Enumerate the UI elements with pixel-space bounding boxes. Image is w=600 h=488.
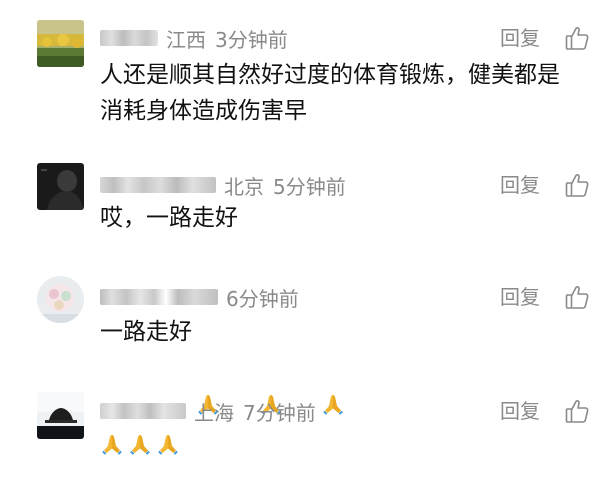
location-label: 上海 bbox=[194, 400, 234, 425]
comment-text: 一路走好 bbox=[100, 314, 580, 415]
comment-item: 上海 7分钟前 回复 bbox=[0, 370, 600, 460]
avatar[interactable] bbox=[37, 392, 84, 439]
time-label: 7分钟前 bbox=[243, 400, 316, 425]
blurred-nickname[interactable] bbox=[100, 177, 216, 193]
comment-text-label: 一路走好 bbox=[100, 319, 192, 345]
comment-item: 江西 3分钟前 回复 人还是顺其自然好过度的体育锻炼，健美都是消耗身体造成伤害早 bbox=[0, 0, 600, 130]
time-label: 5分钟前 bbox=[273, 174, 346, 199]
time-label: 6分钟前 bbox=[226, 286, 299, 311]
comment-meta: 6分钟前 bbox=[100, 283, 299, 311]
location-label: 江西 bbox=[166, 27, 206, 52]
blurred-nickname[interactable] bbox=[100, 403, 186, 419]
reply-button[interactable]: 回复 bbox=[500, 171, 540, 199]
time-label: 3分钟前 bbox=[215, 27, 288, 52]
thumbs-up-icon[interactable] bbox=[565, 398, 589, 424]
reply-button[interactable]: 回复 bbox=[500, 283, 540, 311]
reply-button[interactable]: 回复 bbox=[500, 24, 540, 52]
pray-icon bbox=[100, 432, 124, 456]
comment-text: 哎，一路走好 bbox=[100, 205, 238, 231]
comment-meta: 北京 5分钟前 bbox=[100, 171, 346, 199]
comment-meta: 上海 7分钟前 bbox=[100, 397, 316, 425]
pray-icon bbox=[156, 432, 180, 456]
pray-icon bbox=[196, 320, 255, 415]
location-label: 北京 bbox=[224, 174, 264, 199]
thumbs-up-icon[interactable] bbox=[565, 284, 589, 310]
pray-icon bbox=[259, 320, 318, 415]
avatar[interactable] bbox=[37, 20, 84, 67]
pray-icon bbox=[128, 432, 152, 456]
blurred-nickname[interactable] bbox=[100, 289, 218, 305]
emoji-group bbox=[100, 432, 180, 456]
comment-item: 6分钟前 回复 一路走好 bbox=[0, 250, 600, 415]
avatar[interactable] bbox=[37, 276, 84, 323]
comment-item: 北京 5分钟前 回复 哎，一路走好 bbox=[0, 130, 600, 250]
thumbs-up-icon[interactable] bbox=[565, 172, 589, 198]
comment-text: 人还是顺其自然好过度的体育锻炼，健美都是消耗身体造成伤害早 bbox=[100, 62, 560, 124]
pray-icon bbox=[321, 320, 380, 415]
comment-meta: 江西 3分钟前 bbox=[100, 24, 288, 52]
blurred-nickname[interactable] bbox=[100, 30, 158, 46]
reply-button[interactable]: 回复 bbox=[500, 397, 540, 425]
avatar[interactable] bbox=[37, 163, 84, 210]
emoji-group bbox=[196, 320, 380, 415]
thumbs-up-icon[interactable] bbox=[565, 25, 589, 51]
